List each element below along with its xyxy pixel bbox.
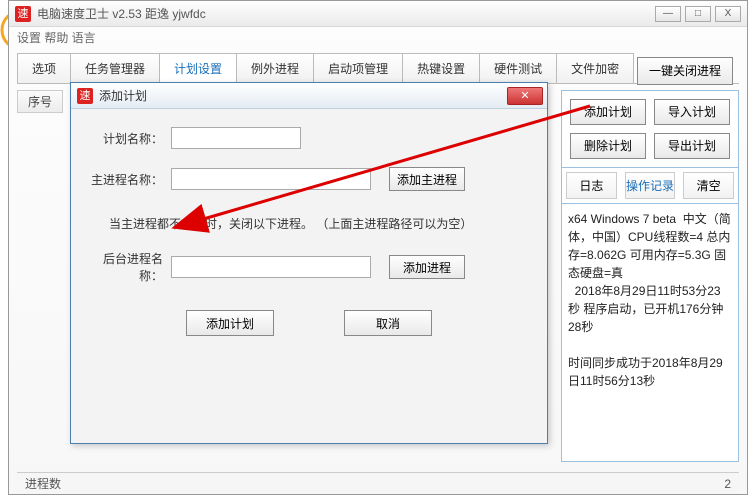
bg-process-label: 后台进程名称： (91, 250, 171, 284)
add-main-process-button[interactable]: 添加主进程 (389, 167, 465, 191)
tab-options[interactable]: 选项 (17, 53, 71, 83)
add-process-button[interactable]: 添加进程 (389, 255, 465, 279)
plan-name-input[interactable] (171, 127, 301, 149)
close-button[interactable]: X (715, 6, 741, 22)
app-icon: 速 (15, 6, 31, 22)
tab-task-manager[interactable]: 任务管理器 (70, 53, 160, 83)
dialog-icon: 速 (77, 88, 93, 104)
status-process-count-label: 进程数 (25, 475, 61, 492)
tab-exception-process[interactable]: 例外进程 (236, 53, 314, 83)
dialog-title: 添加计划 (99, 87, 507, 104)
dialog-titlebar: 速 添加计划 ✕ (71, 83, 547, 109)
dialog-cancel-button[interactable]: 取消 (344, 310, 432, 336)
plan-name-label: 计划名称： (91, 130, 171, 147)
tab-plan-settings[interactable]: 计划设置 (159, 53, 237, 84)
window-title: 电脑速度卫士 v2.53 距逸 yjwfdc (37, 5, 655, 22)
export-plan-button[interactable]: 导出计划 (654, 133, 730, 159)
right-panel: 添加计划 导入计划 删除计划 导出计划 日志 操作记录 清空 x64 Windo… (561, 90, 739, 462)
tab-file-encrypt[interactable]: 文件加密 (556, 53, 634, 83)
delete-plan-button[interactable]: 删除计划 (570, 133, 646, 159)
dialog-ok-button[interactable]: 添加计划 (186, 310, 274, 336)
titlebar: 速 电脑速度卫士 v2.53 距逸 yjwfdc — □ X (9, 1, 747, 27)
log-tab-log[interactable]: 日志 (566, 172, 617, 199)
main-process-input[interactable] (171, 168, 371, 190)
add-plan-button[interactable]: 添加计划 (570, 99, 646, 125)
tab-bar: 选项 任务管理器 计划设置 例外进程 启动项管理 热键设置 硬件测试 文件加密 (17, 53, 739, 84)
log-body: x64 Windows 7 beta 中文（简体，中国）CPU线程数=4 总内存… (561, 204, 739, 462)
bg-process-input[interactable] (171, 256, 371, 278)
close-all-processes-button[interactable]: 一键关闭进程 (637, 57, 733, 85)
log-tab-clear[interactable]: 清空 (683, 172, 734, 199)
status-bar: 进程数 2 (17, 472, 739, 494)
import-plan-button[interactable]: 导入计划 (654, 99, 730, 125)
minimize-button[interactable]: — (655, 6, 681, 22)
dialog-hint: 当主进程都不存在时，关闭以下进程。 （上面主进程路径可以为空） (109, 215, 527, 232)
add-plan-dialog: 速 添加计划 ✕ 计划名称： 主进程名称： 添加主进程 当主进程都不存在时，关闭… (70, 82, 548, 444)
dialog-close-button[interactable]: ✕ (507, 87, 543, 105)
main-process-label: 主进程名称： (91, 171, 171, 188)
menubar[interactable]: 设置 帮助 语言 (9, 27, 747, 47)
tab-hotkey-settings[interactable]: 热键设置 (402, 53, 480, 83)
log-tab-operation[interactable]: 操作记录 (625, 172, 676, 199)
maximize-button[interactable]: □ (685, 6, 711, 22)
status-right-value: 2 (724, 477, 731, 491)
tab-startup-manager[interactable]: 启动项管理 (313, 53, 403, 83)
column-header-index: 序号 (17, 90, 63, 113)
tab-hardware-test[interactable]: 硬件测试 (479, 53, 557, 83)
